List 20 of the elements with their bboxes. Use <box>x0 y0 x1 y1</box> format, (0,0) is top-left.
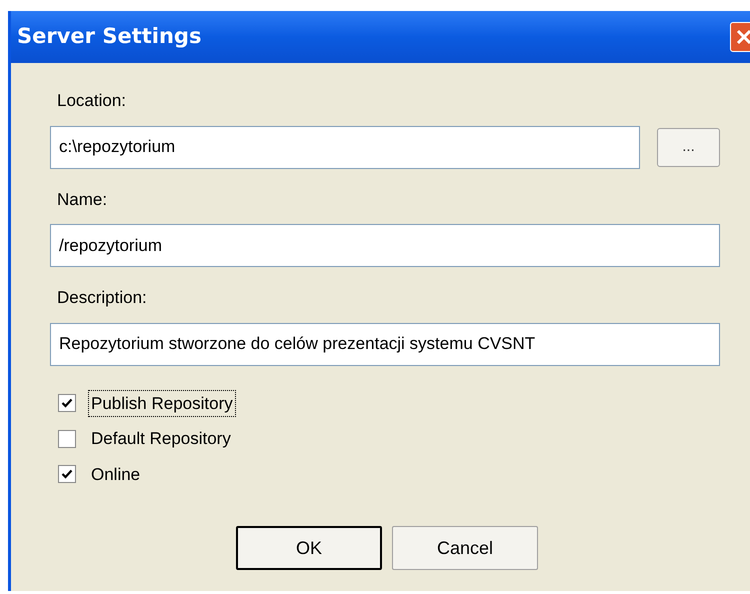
browse-button[interactable]: ... <box>657 128 720 166</box>
checkbox-label[interactable]: Publish Repository <box>88 390 236 417</box>
check-icon <box>61 468 73 480</box>
field-label: Name: <box>57 188 108 210</box>
close-icon <box>736 29 750 45</box>
checkbox[interactable] <box>58 394 76 412</box>
close-button[interactable] <box>730 22 750 52</box>
checkbox[interactable] <box>58 465 76 484</box>
dialog-button[interactable]: OK <box>236 526 382 570</box>
dialog-button[interactable]: Cancel <box>392 526 538 570</box>
checkbox-label[interactable]: Default Repository <box>88 425 234 452</box>
text-field[interactable]: Repozytorium stworzone do celów prezentacji systemu CVSNT <box>50 322 720 366</box>
text-field[interactable]: /repozytorium <box>50 224 720 267</box>
checkbox-label[interactable]: Online <box>88 460 144 488</box>
field-label: Description: <box>57 287 148 309</box>
checkbox[interactable] <box>58 430 76 448</box>
text-field[interactable]: c:\repozytorium <box>50 126 640 168</box>
field-label: Location: <box>57 90 127 112</box>
window-title: Server Settings <box>17 23 202 50</box>
check-icon <box>61 397 73 410</box>
